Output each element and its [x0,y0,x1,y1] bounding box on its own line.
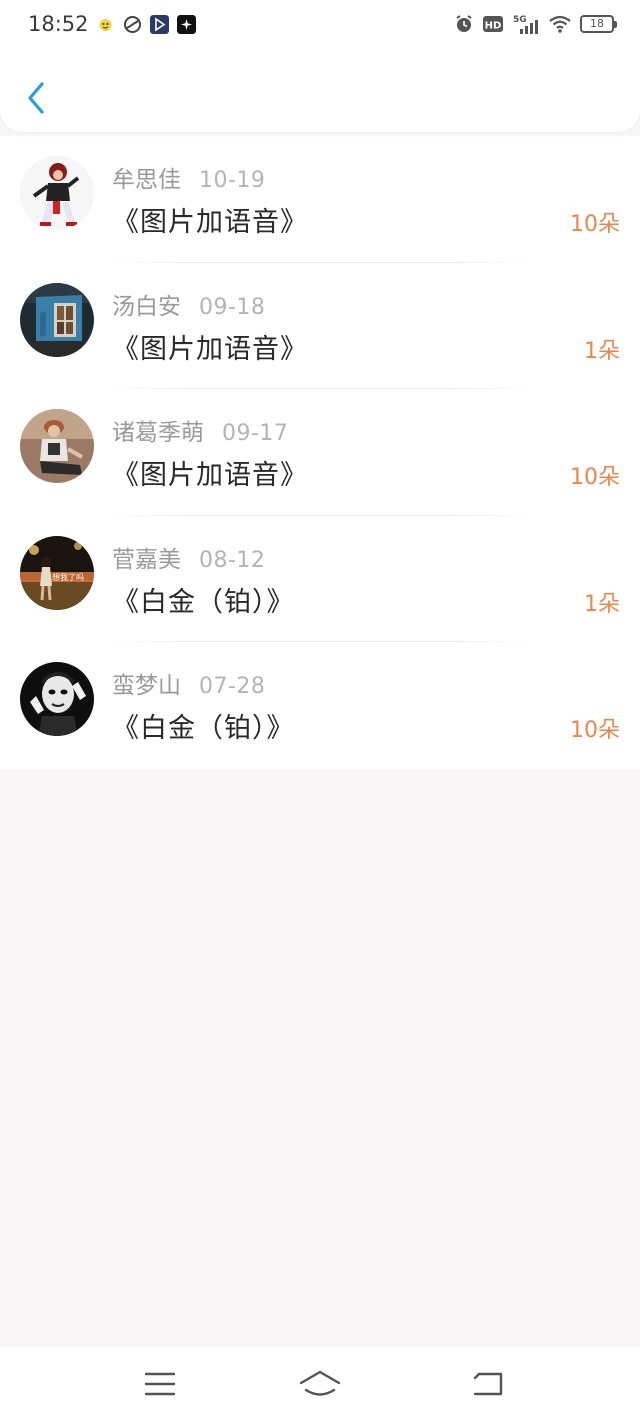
avatar[interactable] [20,409,94,484]
gift-amount: 1朵 [584,591,620,617]
status-indicators: HD 5G 18 [454,13,617,35]
sender-name: 蛮梦山 [112,673,181,700]
back-icon [473,1372,503,1396]
work-title: 《图片加语音》 [112,207,308,238]
date: 10-19 [199,168,266,193]
chevron-left-icon [28,82,44,114]
gift-amount: 10朵 [570,212,620,237]
avatar-image [20,282,94,357]
avatar-overlay-text: 想我了吗 [52,572,84,582]
avatar-image [20,156,94,230]
sender-name: 牟思佳 [112,167,181,193]
back-nav-button[interactable] [466,1367,510,1401]
system-nav-bar [0,1347,640,1422]
sender-name: 诸葛季萌 [112,420,204,447]
avatar-image [20,409,94,484]
back-button[interactable] [18,76,54,120]
menu-button[interactable] [138,1367,182,1401]
gift-amount: 10朵 [570,465,620,491]
name-line: 汤白安 09-18 [112,287,265,321]
avatar-image: 想我了吗 [20,535,94,610]
hd-icon: HD [483,16,503,32]
screen: 18:52 HD 5G 18 牟思佳 10-19 《图片加语音》 10朵 汤白安… [0,0,640,1422]
status-bar: 18:52 HD 5G 18 [0,0,640,50]
work-title: 《白金（铂）》 [112,713,295,745]
svg-text:5G: 5G [513,15,527,25]
list-item[interactable]: 想我了吗 菅嘉美 08-12 《白金（铂）》 1朵 [0,516,640,643]
work-title: 《图片加语音》 [112,333,308,365]
date: 09-18 [199,294,266,320]
avatar-image [20,662,94,737]
home-button[interactable] [298,1367,342,1401]
svg-text:HD: HD [485,21,502,32]
gift-record-list: 牟思佳 10-19 《图片加语音》 10朵 汤白安 09-18 《图片加语音》 … [0,136,640,769]
list-item[interactable]: 汤白安 09-18 《图片加语音》 1朵 [0,263,640,390]
avatar[interactable] [20,282,94,357]
avatar[interactable] [20,156,94,230]
avatar[interactable]: 想我了吗 [20,535,94,610]
work-title: 《白金（铂）》 [112,586,295,618]
list-item[interactable]: 蛮梦山 07-28 《白金（铂）》 10朵 [0,642,640,769]
sender-name: 汤白安 [112,293,181,320]
home-icon [299,1370,341,1396]
date: 09-17 [222,421,289,447]
sender-name: 菅嘉美 [112,546,181,573]
name-line: 诸葛季萌 09-17 [112,413,288,447]
header: 18:52 HD 5G 18 [0,0,640,132]
app-icon-4 [177,15,196,34]
app-icon-1 [99,19,112,31]
menu-icon [144,1372,176,1396]
work-title: 《图片加语音》 [112,460,308,492]
name-line: 菅嘉美 08-12 [112,540,265,574]
gift-amount: 10朵 [570,718,620,744]
date: 07-28 [199,674,266,700]
avatar[interactable] [20,662,94,737]
list-item[interactable]: 诸葛季萌 09-17 《图片加语音》 10朵 [0,389,640,516]
name-line: 牟思佳 10-19 [112,160,265,194]
signal-5g-icon: 5G [513,15,538,34]
notification-icons [96,15,196,34]
status-time: 18:52 [28,12,89,36]
list-item[interactable]: 牟思佳 10-19 《图片加语音》 10朵 [0,136,640,263]
gift-amount: 1朵 [584,338,620,364]
wifi-icon [549,15,571,33]
battery-icon: 18 [580,15,617,33]
name-line: 蛮梦山 07-28 [112,666,265,700]
app-icon-2 [124,16,141,33]
alarm-icon [456,15,472,32]
date: 08-12 [199,547,266,573]
app-icon-3 [150,15,169,34]
